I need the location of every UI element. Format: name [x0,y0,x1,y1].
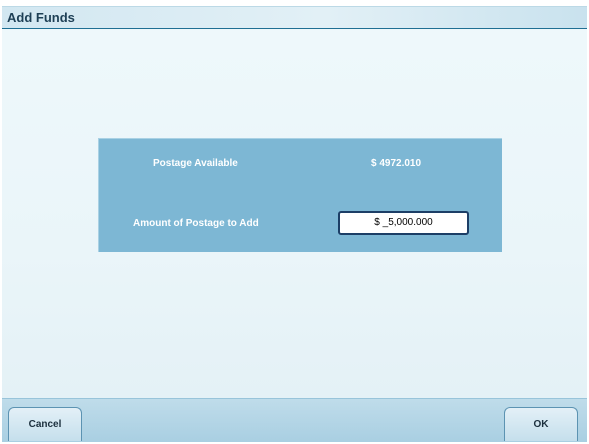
postage-to-add-label: Amount of Postage to Add [133,218,259,229]
add-funds-screen: Add Funds Postage Available $ 4972.010 A… [0,0,589,444]
ok-button[interactable]: OK [504,407,578,441]
cancel-button[interactable]: Cancel [8,407,82,441]
postage-amount-input[interactable]: $ _5,000.000 [338,211,469,235]
postage-available-value: $ 4972.010 [371,158,422,169]
window-title: Add Funds [7,10,75,25]
softkey-bar: Cancel OK [2,398,587,442]
title-bar: Add Funds [2,6,587,29]
postage-info-panel: Postage Available $ 4972.010 Amount of P… [98,138,502,252]
postage-available-label: Postage Available [153,158,238,169]
